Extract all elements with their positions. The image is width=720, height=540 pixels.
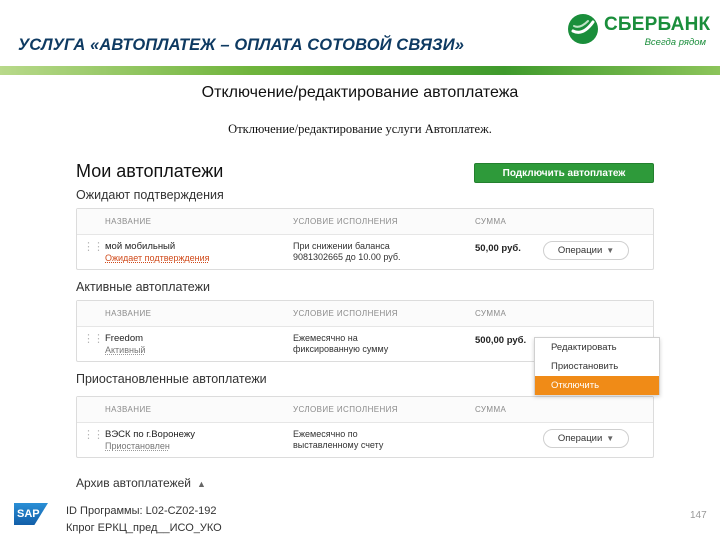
- sap-logo: SAP: [14, 503, 48, 525]
- column-header-name: НАЗВАНИЕ: [105, 405, 152, 414]
- drag-handle-icon[interactable]: ⋮⋮: [83, 430, 104, 441]
- table-header: НАЗВАНИЕ УСЛОВИЕ ИСПОЛНЕНИЯ СУММА: [77, 397, 653, 423]
- program-code: Кпрог ЕРКЦ_пред__ИСО_УКО: [66, 522, 222, 534]
- column-header-sum: СУММА: [475, 405, 507, 414]
- table-row[interactable]: ⋮⋮ ВЭСК по г.Воронежу Приостановлен Ежем…: [77, 423, 653, 457]
- table-header: НАЗВАНИЕ УСЛОВИЕ ИСПОЛНЕНИЯ СУММА: [77, 301, 653, 327]
- operations-label: Операции: [557, 245, 603, 256]
- column-header-condition: УСЛОВИЕ ИСПОЛНЕНИЯ: [293, 309, 398, 318]
- payment-condition: Ежемесячно на: [293, 333, 358, 343]
- operations-button[interactable]: Операции ▼: [543, 241, 629, 260]
- column-header-name: НАЗВАНИЕ: [105, 217, 152, 226]
- connect-autopayment-button[interactable]: Подключить автоплатеж: [474, 163, 654, 183]
- chevron-down-icon: ▼: [606, 246, 615, 255]
- table-row[interactable]: ⋮⋮ мой мобильный Ожидает подтверждения П…: [77, 235, 653, 269]
- payment-condition-detail: 9081302665 до 10.00 руб.: [293, 252, 401, 262]
- payment-sum: 500,00 руб.: [475, 335, 527, 346]
- operations-dropdown-menu: Редактировать Приостановить Отключить: [534, 337, 660, 395]
- menu-item-disable[interactable]: Отключить: [535, 376, 659, 395]
- payment-status[interactable]: Активный: [105, 345, 145, 355]
- section-heading-active: Активные автоплатежи: [76, 280, 210, 294]
- logo-text: СБЕРБАНК: [604, 14, 711, 35]
- archive-label[interactable]: Архив автоплатежей: [76, 476, 191, 490]
- sberbank-logo-icon: [568, 14, 598, 44]
- payment-condition-detail: фиксированную сумму: [293, 344, 389, 354]
- payment-status[interactable]: Ожидает подтверждения: [105, 253, 210, 263]
- slide-subtitle: Отключение/редактирование автоплатежа: [201, 84, 519, 101]
- payment-condition-detail: выставленному счету: [293, 440, 384, 450]
- autopayments-screen: Мои автоплатежи Подключить автоплатеж Ож…: [68, 150, 662, 495]
- column-header-condition: УСЛОВИЕ ИСПОЛНЕНИЯ: [293, 405, 398, 414]
- payment-condition: При снижении баланса: [293, 241, 390, 251]
- column-header-sum: СУММА: [475, 309, 507, 318]
- page-title: Мои автоплатежи: [76, 161, 224, 181]
- header-divider: [0, 66, 720, 75]
- column-header-sum: СУММА: [475, 217, 507, 226]
- suspended-table: НАЗВАНИЕ УСЛОВИЕ ИСПОЛНЕНИЯ СУММА ⋮⋮ ВЭС…: [76, 396, 654, 458]
- drag-handle-icon[interactable]: ⋮⋮: [83, 242, 104, 253]
- section-heading-suspended: Приостановленные автоплатежи: [76, 372, 267, 386]
- pending-table: НАЗВАНИЕ УСЛОВИЕ ИСПОЛНЕНИЯ СУММА ⋮⋮ мой…: [76, 208, 654, 270]
- menu-item-suspend[interactable]: Приостановить: [535, 357, 659, 376]
- column-header-name: НАЗВАНИЕ: [105, 309, 152, 318]
- column-header-condition: УСЛОВИЕ ИСПОЛНЕНИЯ: [293, 217, 398, 226]
- payment-status[interactable]: Приостановлен: [105, 441, 170, 451]
- operations-button[interactable]: Операции ▼: [543, 429, 629, 448]
- payment-name[interactable]: мой мобильный: [105, 241, 175, 252]
- payment-name[interactable]: Freedom: [105, 333, 143, 344]
- logo-slogan: Всегда рядом: [644, 37, 706, 48]
- sberbank-logo: СБЕРБАНК Всегда рядом: [566, 12, 712, 52]
- slide-title: УСЛУГА «АВТОПЛАТЕЖ – ОПЛАТА СОТОВОЙ СВЯЗ…: [18, 36, 465, 54]
- chevron-down-icon: ▼: [606, 434, 615, 443]
- program-id: ID Программы: L02-CZ02-192: [66, 505, 217, 517]
- archive-link[interactable]: Архив автоплатежей ▲: [76, 476, 206, 490]
- chevron-up-icon: ▲: [197, 479, 206, 489]
- payment-name[interactable]: ВЭСК по г.Воронежу: [105, 429, 195, 440]
- operations-label: Операции: [557, 433, 603, 444]
- section-heading-pending: Ожидают подтверждения: [76, 188, 224, 202]
- slide-caption: Отключение/редактирование услуги Автопла…: [228, 122, 492, 136]
- drag-handle-icon[interactable]: ⋮⋮: [83, 334, 104, 345]
- menu-item-edit[interactable]: Редактировать: [535, 338, 659, 357]
- table-header: НАЗВАНИЕ УСЛОВИЕ ИСПОЛНЕНИЯ СУММА: [77, 209, 653, 235]
- page-number: 147: [690, 510, 707, 521]
- payment-condition: Ежемесячно по: [293, 429, 358, 439]
- payment-sum: 50,00 руб.: [475, 243, 521, 254]
